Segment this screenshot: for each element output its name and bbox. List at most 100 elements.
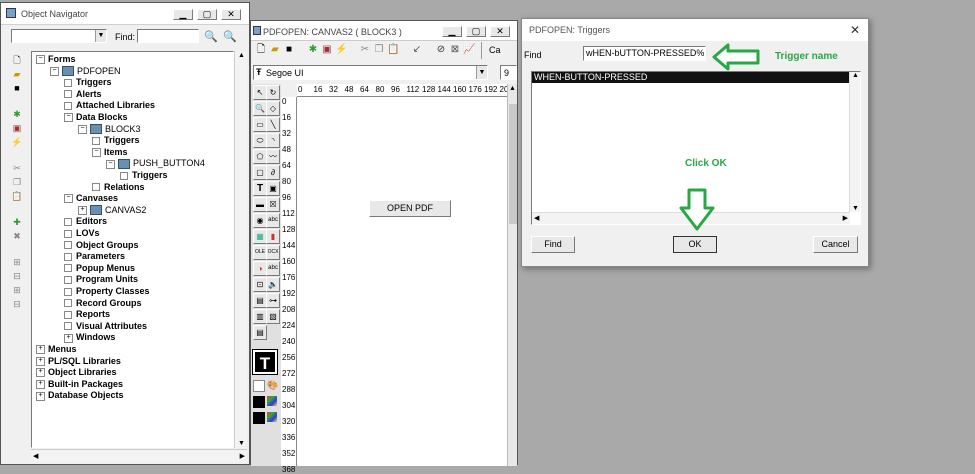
expand-icon[interactable]: ⊞ [11, 257, 23, 267]
tree-node[interactable]: − PDFOPEN [50, 66, 121, 77]
freehand-tool-icon[interactable]: ∂ [266, 165, 280, 180]
chart-icon[interactable]: 📈 [463, 44, 475, 56]
line-color-swatch[interactable] [253, 396, 265, 408]
tree-node[interactable]: Popup Menus [64, 263, 135, 274]
open-folder-icon[interactable]: ▰ [11, 69, 23, 79]
tree-node[interactable]: Record Groups [64, 298, 142, 309]
tree-node[interactable]: − Forms [36, 54, 76, 65]
list-item-tool-icon[interactable]: abc [266, 261, 280, 276]
tree-node[interactable]: + Built-in Packages [36, 379, 123, 390]
scroll-up-arrow-icon[interactable]: ▲ [852, 72, 859, 79]
cut-icon[interactable]: ✂ [359, 44, 371, 56]
expand-node-icon[interactable]: + [78, 205, 87, 215]
font-family-select[interactable]: Ŧ Segoe UI ▼ [253, 65, 488, 80]
close-button[interactable]: ✕ [221, 9, 241, 20]
cancel-button[interactable]: Cancel [813, 236, 858, 253]
reshape-tool-icon[interactable]: ◇ [266, 101, 280, 116]
search-backward-icon[interactable]: 🔍 [223, 30, 237, 43]
new-file-icon[interactable]: 🗋 [11, 55, 23, 65]
canvas-vertical-scrollbar[interactable]: ▲ [507, 84, 517, 466]
expand-all-icon[interactable]: ⊞ [11, 285, 23, 295]
chevron-down-icon[interactable]: ▼ [476, 66, 487, 79]
canvas-minimize-button[interactable]: ▁ [442, 26, 462, 37]
tree-node[interactable]: − PUSH_BUTTON4 [106, 158, 205, 170]
tree-node[interactable]: LOVs [64, 228, 100, 239]
expand-node-icon[interactable]: + [36, 345, 45, 355]
polyline-tool-icon[interactable]: 〰 [266, 149, 280, 164]
tree-node[interactable]: − Canvases [64, 193, 118, 204]
frame-tool-icon[interactable]: ▣ [266, 181, 280, 196]
save-icon[interactable]: ■ [283, 44, 295, 56]
expand-node-icon[interactable]: + [36, 379, 45, 389]
polygon-tool-icon[interactable]: ⬠ [253, 149, 267, 164]
tree-node[interactable]: Editors [64, 216, 107, 227]
chevron-down-icon[interactable]: ▼ [95, 30, 106, 42]
navigator-tree[interactable]: − Forms − PDFOPEN Triggers Alerts Attached Lib… [31, 51, 234, 448]
hierarchical-tree-tool-icon[interactable]: ⊶ [266, 293, 280, 308]
tree-node[interactable]: − Data Blocks [64, 112, 128, 123]
checkbox-tool-icon[interactable]: ☒ [266, 197, 280, 212]
tree-node[interactable]: + PL/SQL Libraries [36, 356, 121, 367]
tree-node[interactable]: Attached Libraries [64, 100, 155, 111]
image-tool-icon[interactable]: ▦ [253, 229, 267, 244]
canvas-close-button[interactable]: ✕ [490, 26, 510, 37]
chart-tool-icon[interactable]: ▮ [266, 229, 280, 244]
toolbar-canvas-tool-icon[interactable]: ▤ [253, 325, 267, 340]
tree-node[interactable]: Triggers [92, 135, 140, 146]
tree-node[interactable]: Property Classes [64, 286, 150, 297]
minimize-button[interactable]: ▁ [173, 9, 193, 20]
compile-icon[interactable]: ⚡ [335, 44, 347, 56]
navigator-context-select[interactable]: ▼ [11, 29, 107, 43]
ocx-tool-icon[interactable]: OCX [266, 245, 280, 260]
bean-area-tool-icon[interactable]: ▧ [266, 309, 280, 324]
run-icon[interactable]: ✱ [307, 44, 319, 56]
collapse-node-icon[interactable]: − [106, 159, 115, 169]
close-icon[interactable]: ✕ [850, 23, 860, 37]
expand-node-icon[interactable]: + [64, 333, 73, 343]
copy-icon[interactable]: ❐ [373, 44, 385, 56]
collapse-node-icon[interactable]: − [36, 55, 45, 65]
trigger-list-item-selected[interactable]: WHEN-BUTTON-PRESSED [532, 72, 850, 83]
create-icon[interactable]: ✚ [11, 217, 23, 227]
open-folder-icon[interactable]: ▰ [269, 44, 281, 56]
scroll-up-arrow-icon[interactable]: ▲ [238, 52, 245, 59]
debug-icon[interactable]: ▣ [11, 123, 23, 133]
debug-icon[interactable]: ▣ [321, 44, 333, 56]
canvas-layout-area[interactable]: OPEN PDF [297, 97, 507, 466]
collapse-icon[interactable]: ⊟ [11, 271, 23, 281]
scroll-right-arrow-icon[interactable]: ▶ [843, 214, 848, 222]
text-item-tool-icon[interactable]: abc [266, 213, 280, 228]
tree-node[interactable]: Object Groups [64, 240, 139, 251]
copy-icon[interactable]: ❐ [11, 177, 23, 187]
save-icon[interactable]: ■ [11, 83, 23, 93]
navigator-find-input[interactable] [137, 29, 199, 43]
paste-icon[interactable]: 📋 [11, 191, 23, 201]
delete-icon[interactable]: ✖ [11, 231, 23, 241]
scroll-left-arrow-icon[interactable]: ◀ [33, 452, 38, 460]
navigator-titlebar[interactable]: Object Navigator ▁ ▢ ✕ [1, 3, 249, 25]
tree-node[interactable]: + Object Libraries [36, 367, 117, 378]
tree-node[interactable]: Relations [92, 182, 145, 193]
tree-node[interactable]: Triggers [120, 170, 168, 181]
tree-node[interactable]: + Menus [36, 344, 77, 355]
collapse-all-icon[interactable]: ⊟ [11, 299, 23, 309]
paste-icon[interactable]: 📋 [387, 44, 399, 56]
scroll-down-arrow-icon[interactable]: ▼ [852, 205, 859, 212]
tab-canvas-tool-icon[interactable]: ▥ [253, 309, 267, 324]
navigator-vertical-scrollbar[interactable]: ▲ ▼ [234, 51, 247, 448]
fill-color-swatch[interactable] [253, 380, 265, 392]
magnify-tool-icon[interactable]: 🔍 [253, 101, 267, 116]
run-icon[interactable]: ✱ [11, 109, 23, 119]
collapse-node-icon[interactable]: − [50, 66, 59, 76]
line-color-icon[interactable] [267, 396, 277, 406]
scroll-left-arrow-icon[interactable]: ◀ [534, 214, 539, 222]
collapse-node-icon[interactable]: − [64, 194, 73, 204]
sound-tool-icon[interactable]: 🔈 [266, 277, 280, 292]
dialog-titlebar[interactable]: PDFOPEN: Triggers ✕ [522, 19, 868, 41]
open-pdf-push-button[interactable]: OPEN PDF [369, 200, 451, 217]
import-icon[interactable]: ↙ [411, 44, 423, 56]
tree-node[interactable]: Parameters [64, 251, 125, 262]
stacked-canvas-tool-icon[interactable]: ▤ [253, 293, 267, 308]
expand-node-icon[interactable]: + [36, 356, 45, 366]
text-color-icon[interactable] [267, 412, 277, 422]
